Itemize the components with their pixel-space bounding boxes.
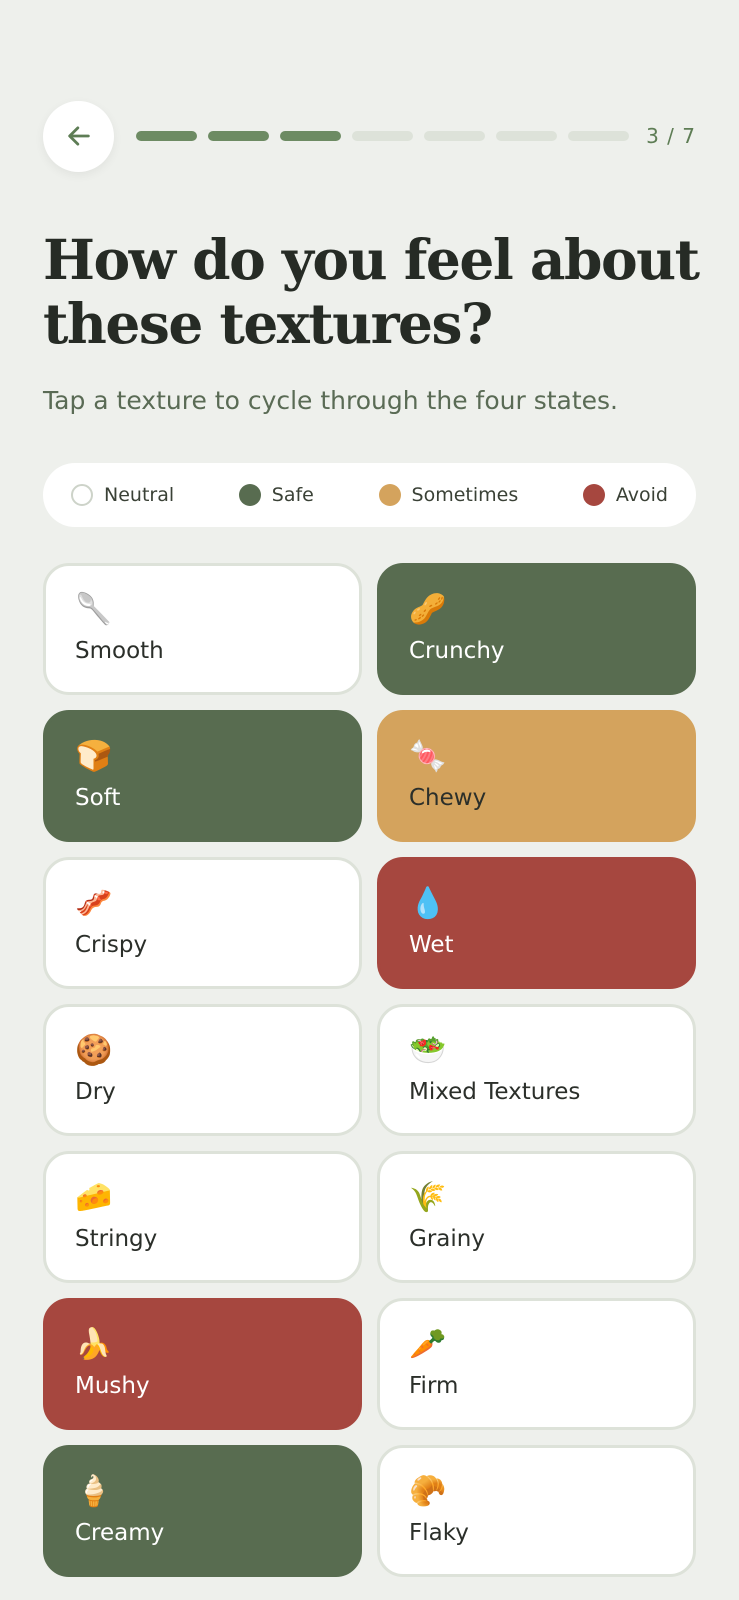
texture-label: Firm	[409, 1373, 459, 1399]
texture-card-mixed-textures[interactable]: 🥗 Mixed Textures	[377, 1004, 696, 1136]
texture-emoji-icon: 🥓	[75, 886, 113, 921]
top-bar: 3 / 7	[43, 100, 696, 172]
progress-segment	[280, 131, 341, 141]
texture-label: Chewy	[409, 785, 487, 811]
texture-emoji-icon: 🧀	[75, 1180, 113, 1215]
texture-emoji-icon: 💧	[409, 886, 447, 921]
texture-card-soft[interactable]: 🍞 Soft	[43, 710, 362, 842]
texture-card-crunchy[interactable]: 🥜 Crunchy	[377, 563, 696, 695]
texture-label: Crispy	[75, 932, 148, 958]
texture-emoji-icon: 🥗	[409, 1033, 447, 1068]
arrow-left-icon	[67, 126, 90, 146]
texture-card-mushy[interactable]: 🍌 Mushy	[43, 1298, 362, 1430]
legend-item-safe: Safe	[238, 484, 314, 506]
texture-emoji-icon: 🥕	[409, 1327, 447, 1362]
legend-label: Safe	[271, 484, 314, 506]
texture-label: Mushy	[75, 1373, 150, 1399]
progress-segment	[136, 131, 197, 141]
texture-label: Dry	[75, 1079, 116, 1105]
texture-grid: 🥄 Smooth 🥜 Crunchy 🍞 Soft 🍬 Chewy 🥓 Crispy 💧 Wet 🍪 Dr…	[43, 563, 696, 1577]
texture-card-creamy[interactable]: 🍦 Creamy	[43, 1445, 362, 1577]
texture-card-firm[interactable]: 🥕 Firm	[377, 1298, 696, 1430]
step-counter: 3 / 7	[646, 124, 696, 148]
texture-label: Creamy	[75, 1520, 165, 1546]
state-legend: Neutral Safe Sometimes Avoid	[43, 463, 696, 527]
legend-item-avoid: Avoid	[582, 484, 668, 506]
texture-emoji-icon: 🍪	[75, 1033, 113, 1068]
texture-emoji-icon: 🍦	[75, 1474, 113, 1509]
texture-card-dry[interactable]: 🍪 Dry	[43, 1004, 362, 1136]
texture-label: Flaky	[409, 1520, 469, 1546]
progress-segment	[208, 131, 269, 141]
texture-label: Stringy	[75, 1226, 158, 1252]
texture-label: Mixed Textures	[409, 1079, 581, 1105]
texture-label: Soft	[75, 785, 121, 811]
legend-dot-avoid	[582, 484, 605, 506]
progress-segment	[568, 131, 629, 141]
page-subtitle: Tap a texture to cycle through the four …	[43, 386, 618, 415]
texture-card-wet[interactable]: 💧 Wet	[377, 857, 696, 989]
texture-emoji-icon: 🍌	[75, 1327, 113, 1362]
progress-segment	[424, 131, 485, 141]
texture-emoji-icon: 🥜	[409, 592, 447, 627]
texture-card-chewy[interactable]: 🍬 Chewy	[377, 710, 696, 842]
legend-dot-neutral	[71, 484, 93, 506]
progress-bar	[136, 131, 629, 141]
back-button[interactable]	[43, 100, 114, 172]
texture-emoji-icon: 🥐	[409, 1474, 447, 1509]
legend-label: Avoid	[615, 484, 668, 506]
texture-label: Smooth	[75, 638, 164, 664]
texture-card-grainy[interactable]: 🌾 Grainy	[377, 1151, 696, 1283]
legend-dot-safe	[238, 484, 261, 506]
texture-card-stringy[interactable]: 🧀 Stringy	[43, 1151, 362, 1283]
progress-segment	[352, 131, 413, 141]
texture-label: Grainy	[409, 1226, 485, 1252]
progress-segment	[496, 131, 557, 141]
texture-emoji-icon: 🌾	[409, 1180, 447, 1215]
legend-label: Neutral	[104, 484, 175, 506]
texture-emoji-icon: 🍬	[409, 739, 447, 774]
texture-label: Wet	[409, 932, 454, 958]
texture-emoji-icon: 🍞	[75, 739, 113, 774]
legend-dot-sometimes	[378, 484, 401, 506]
legend-item-neutral: Neutral	[71, 484, 174, 506]
texture-label: Crunchy	[409, 638, 505, 664]
legend-item-sometimes: Sometimes	[378, 484, 519, 506]
texture-emoji-icon: 🥄	[75, 592, 113, 627]
page-title: How do you feel about these textures?	[43, 227, 700, 356]
texture-card-crispy[interactable]: 🥓 Crispy	[43, 857, 362, 989]
legend-label: Sometimes	[411, 484, 519, 506]
texture-card-flaky[interactable]: 🥐 Flaky	[377, 1445, 696, 1577]
texture-card-smooth[interactable]: 🥄 Smooth	[43, 563, 362, 695]
